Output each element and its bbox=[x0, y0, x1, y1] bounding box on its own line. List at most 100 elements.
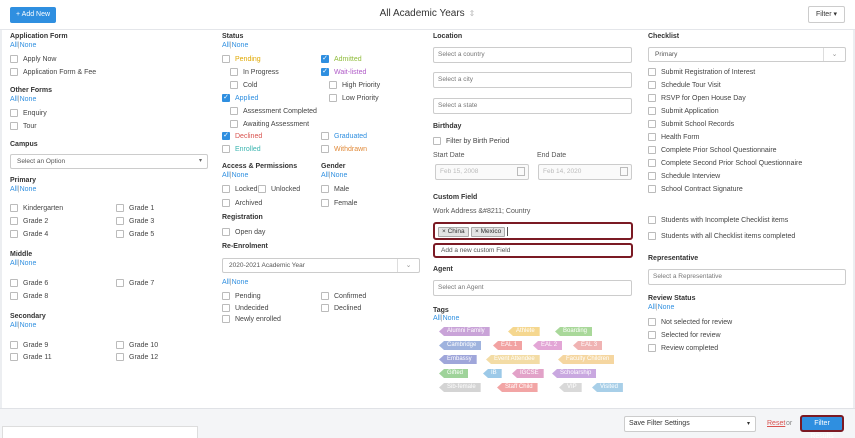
checkbox-reenrol-pending[interactable]: Pending bbox=[222, 292, 261, 300]
checkbox-grade-2[interactable]: Grade 2 bbox=[10, 217, 48, 225]
checkbox-enquiry[interactable]: Enquiry bbox=[10, 109, 47, 117]
checkbox-grade-6[interactable]: Grade 6 bbox=[10, 279, 48, 287]
checkbox-review-completed[interactable]: Review completed bbox=[648, 344, 718, 352]
all-link[interactable]: All bbox=[648, 304, 656, 311]
checkbox-grade-5[interactable]: Grade 5 bbox=[116, 230, 154, 238]
start-date-input[interactable]: Feb 15, 2008 bbox=[435, 164, 529, 180]
checkbox-open-day[interactable]: Open day bbox=[222, 228, 265, 236]
checkbox-grade-12[interactable]: Grade 12 bbox=[116, 353, 158, 361]
checkbox-female[interactable]: Female bbox=[321, 199, 357, 207]
status-checkbox[interactable]: Graduated bbox=[321, 132, 367, 140]
tag-chip[interactable]: Alumni Family bbox=[439, 327, 490, 336]
checkbox-kindergarten[interactable]: Kindergarten bbox=[10, 204, 63, 212]
status-checkbox[interactable]: Cold bbox=[230, 81, 257, 89]
checkbox-locked[interactable]: Locked bbox=[222, 185, 258, 193]
all-link[interactable]: All bbox=[222, 42, 230, 49]
country-input[interactable]: Select a country bbox=[433, 47, 632, 63]
filter-button[interactable]: Filter ▾ bbox=[807, 6, 845, 23]
all-link[interactable]: All bbox=[433, 315, 441, 322]
tag-chip[interactable]: Gifted bbox=[439, 369, 469, 378]
all-link[interactable]: All bbox=[222, 279, 230, 286]
tag-chip[interactable]: EAL 1 bbox=[493, 341, 523, 350]
checkbox-reenrol-declined[interactable]: Declined bbox=[321, 304, 361, 312]
checklist-item[interactable]: School Contract Signature bbox=[648, 185, 743, 193]
tag-chip[interactable]: Staff Child bbox=[497, 383, 538, 392]
tag-chip[interactable]: Boarding bbox=[555, 327, 593, 336]
checkbox-unlocked[interactable]: Unlocked bbox=[258, 185, 300, 193]
none-link[interactable]: None bbox=[232, 42, 249, 49]
status-checkbox[interactable]: In Progress bbox=[230, 68, 279, 76]
end-date-input[interactable]: Feb 14, 2020 bbox=[538, 164, 632, 180]
none-link[interactable]: None bbox=[658, 304, 675, 311]
checkbox-incomplete-checklist[interactable]: Students with Incomplete Checklist items bbox=[648, 216, 788, 224]
checklist-item[interactable]: Schedule Tour Visit bbox=[648, 81, 721, 89]
checkbox-not-selected-review[interactable]: Not selected for review bbox=[648, 318, 732, 326]
checkbox-grade-9[interactable]: Grade 9 bbox=[10, 341, 48, 349]
checkbox-grade-7[interactable]: Grade 7 bbox=[116, 279, 154, 287]
none-link[interactable]: None bbox=[20, 322, 37, 329]
representative-input[interactable]: Select a Representative bbox=[648, 269, 846, 285]
all-link[interactable]: All bbox=[222, 172, 230, 179]
reset-link[interactable]: Reset bbox=[767, 420, 785, 427]
checkbox-application-form-fee[interactable]: Application Form & Fee bbox=[10, 68, 96, 76]
tag-chip[interactable]: Sib-female bbox=[439, 383, 481, 392]
status-checkbox[interactable]: Withdrawn bbox=[321, 145, 367, 153]
checkbox-grade-8[interactable]: Grade 8 bbox=[10, 292, 48, 300]
add-custom-field-button[interactable]: Add a new custom Field bbox=[433, 243, 633, 258]
status-checkbox[interactable]: ✓ Applied bbox=[222, 94, 258, 102]
checkbox-grade-10[interactable]: Grade 10 bbox=[116, 341, 158, 349]
checkbox-reenrol-newly-enrolled[interactable]: Newly enrolled bbox=[222, 315, 281, 323]
checkbox-male[interactable]: Male bbox=[321, 185, 349, 193]
checkbox-grade-3[interactable]: Grade 3 bbox=[116, 217, 154, 225]
all-link[interactable]: All bbox=[10, 186, 18, 193]
chip-china[interactable]: × China bbox=[438, 227, 469, 237]
status-checkbox[interactable]: Pending bbox=[222, 55, 261, 63]
tag-chip[interactable]: Athlete bbox=[508, 327, 540, 336]
checkbox-reenrol-undecided[interactable]: Undecided bbox=[222, 304, 268, 312]
checklist-item[interactable]: Schedule Interview bbox=[648, 172, 720, 180]
checklist-item[interactable]: Complete Second Prior School Questionnai… bbox=[648, 159, 802, 167]
academic-year-select[interactable]: 2020-2021 Academic Year ⌄ bbox=[222, 258, 420, 273]
checklist-item[interactable]: Health Form bbox=[648, 133, 700, 141]
checkbox-apply-now[interactable]: Apply Now bbox=[10, 55, 56, 63]
tag-chip[interactable]: Faculty Children bbox=[558, 355, 615, 364]
status-checkbox[interactable]: Assessment Completed bbox=[230, 107, 317, 115]
all-link[interactable]: All bbox=[10, 96, 18, 103]
checkbox-grade-4[interactable]: Grade 4 bbox=[10, 230, 48, 238]
chip-mexico[interactable]: × Mexico bbox=[471, 227, 506, 237]
checklist-item[interactable]: Submit School Records bbox=[648, 120, 734, 128]
tag-chip[interactable]: EAL 3 bbox=[573, 341, 603, 350]
state-input[interactable]: Select a state bbox=[433, 98, 632, 114]
none-link[interactable]: None bbox=[331, 172, 348, 179]
tag-chip[interactable]: Visited bbox=[592, 383, 623, 392]
tag-chip[interactable]: IGCSE bbox=[512, 369, 544, 378]
none-link[interactable]: None bbox=[232, 279, 249, 286]
checkbox-grade-11[interactable]: Grade 11 bbox=[10, 353, 52, 361]
none-link[interactable]: None bbox=[443, 315, 460, 322]
tag-chip[interactable]: Event Attendee bbox=[486, 355, 540, 364]
tag-chip[interactable]: VIP bbox=[559, 383, 582, 392]
all-link[interactable]: All bbox=[10, 260, 18, 267]
tag-chip[interactable]: IB bbox=[483, 369, 502, 378]
checklist-item[interactable]: Submit Application bbox=[648, 107, 719, 115]
status-checkbox[interactable]: Low Priority bbox=[329, 94, 379, 102]
status-checkbox[interactable]: High Priority bbox=[329, 81, 380, 89]
checkbox-reenrol-confirmed[interactable]: Confirmed bbox=[321, 292, 366, 300]
checkbox-tour[interactable]: Tour bbox=[10, 122, 37, 130]
custom-field-chip-input[interactable]: × China × Mexico bbox=[433, 222, 633, 240]
none-link[interactable]: None bbox=[20, 96, 37, 103]
tag-chip[interactable]: Cambridge bbox=[439, 341, 482, 350]
save-filter-settings-select[interactable]: Save Filter Settings ▾ bbox=[624, 416, 756, 432]
checklist-select[interactable]: Primary ⌄ bbox=[648, 47, 846, 62]
checklist-item[interactable]: Submit Registration of Interest bbox=[648, 68, 755, 76]
all-link[interactable]: All bbox=[10, 42, 18, 49]
city-input[interactable]: Select a city bbox=[433, 72, 632, 88]
none-link[interactable]: None bbox=[20, 42, 37, 49]
status-checkbox[interactable]: ✓ Declined bbox=[222, 132, 262, 140]
none-link[interactable]: None bbox=[20, 260, 37, 267]
checkbox-archived[interactable]: Archived bbox=[222, 199, 262, 207]
tag-chip[interactable]: EAL 2 bbox=[533, 341, 563, 350]
checkbox-filter-birth-period[interactable]: Filter by Birth Period bbox=[433, 137, 509, 145]
page-title[interactable]: All Academic Years ⇕ bbox=[0, 8, 855, 19]
none-link[interactable]: None bbox=[20, 186, 37, 193]
